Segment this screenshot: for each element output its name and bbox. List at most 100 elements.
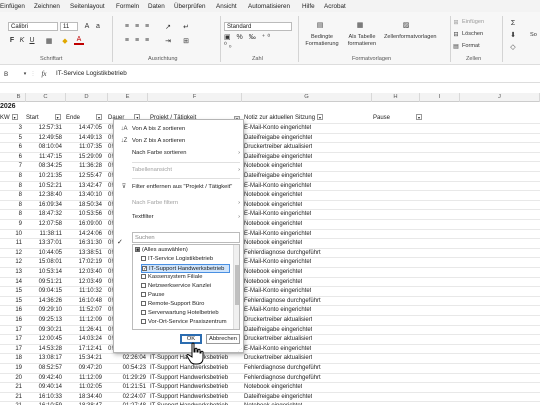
start-cell[interactable]: 09:51:21: [26, 278, 62, 288]
formula-input[interactable]: IT-Service Logistikbetrieb: [56, 70, 127, 77]
ende-cell[interactable]: 14:47:05: [66, 124, 102, 134]
notiz-cell[interactable]: Notebook eingerichtet: [244, 162, 302, 172]
kw-cell[interactable]: 6: [0, 153, 22, 163]
kw-cell[interactable]: 17: [0, 345, 22, 355]
notiz-cell[interactable]: E-Mail-Konto eingerichtet: [244, 124, 311, 134]
start-cell[interactable]: 12:07:58: [26, 220, 62, 230]
notiz-cell[interactable]: Druckertreiber aktualisiert: [244, 143, 312, 153]
notiz-cell[interactable]: Notebook eingerichtet: [244, 191, 302, 201]
header-ende[interactable]: Ende ▾: [66, 114, 103, 124]
table-row[interactable]: 17 09:30:21 11:26:41 Dateifreigabe eingeric…: [0, 326, 540, 336]
tab-ansicht[interactable]: Ansicht: [216, 3, 237, 10]
header-start[interactable]: Start ▾: [26, 114, 61, 124]
column-header[interactable]: B: [12, 93, 26, 102]
tab-formeln[interactable]: Formeln: [116, 3, 139, 10]
notiz-cell[interactable]: Druckertreiber aktualisiert: [244, 354, 312, 364]
checkbox[interactable]: [141, 291, 146, 297]
table-row[interactable]: 21 09:40:14 11:02:05 01:21:51 IT-Support Han…: [0, 383, 540, 393]
start-cell[interactable]: 09:42:40: [26, 374, 62, 384]
notiz-cell[interactable]: E-Mail-Konto eingerichtet: [244, 306, 311, 316]
ende-cell[interactable]: 15:29:09: [66, 153, 102, 163]
sort-by-color-item[interactable]: Nach Farbe sortieren ›: [114, 148, 245, 159]
ende-cell[interactable]: 11:36:28: [66, 162, 102, 172]
table-row[interactable]: 15 09:04:15 11:10:32 E-Mail-Konto eingerich…: [0, 287, 540, 297]
number-format-icons[interactable]: ▣ % ‰ ⁺⁰ ⁰₀: [224, 34, 284, 49]
checkbox[interactable]: [141, 273, 146, 279]
table-row[interactable]: 7 08:34:25 11:36:28 Notebook eingerichtet 0!: [0, 162, 540, 172]
list-item[interactable]: Pause: [141, 291, 164, 300]
number-format-select[interactable]: Standard: [224, 22, 292, 31]
ende-cell[interactable]: 12:03:40: [66, 268, 102, 278]
kw-cell[interactable]: 10: [0, 230, 22, 240]
start-cell[interactable]: 09:30:21: [26, 326, 62, 336]
checkbox[interactable]: [141, 282, 146, 288]
ende-cell[interactable]: 11:12:09: [66, 374, 102, 384]
notiz-cell[interactable]: E-Mail-Konto eingerichtet: [244, 258, 311, 268]
ende-cell[interactable]: 17:12:41: [66, 345, 102, 355]
fill-icon[interactable]: ⬇: [508, 30, 518, 40]
name-box-dropdown-icon[interactable]: ▾: [22, 70, 28, 78]
italic-button[interactable]: K: [18, 36, 26, 45]
kw-cell[interactable]: 21: [0, 383, 22, 393]
filter-search-input[interactable]: Suchen: [132, 232, 240, 243]
table-row[interactable]: 8 18:47:32 10:53:56 E-Mail-Konto eingericht…: [0, 210, 540, 220]
ende-cell[interactable]: 16:10:48: [66, 297, 102, 307]
start-cell[interactable]: 14:53:28: [26, 345, 62, 355]
cancel-button[interactable]: Abbrechen: [206, 334, 240, 344]
ende-cell[interactable]: 14:24:06: [66, 230, 102, 240]
filter-values-list[interactable]: ■ (Alles auswählen) IT-Service Logistikbe…: [132, 244, 240, 330]
ende-cell[interactable]: 12:55:47: [66, 172, 102, 182]
kw-cell[interactable]: 19: [0, 364, 22, 374]
ende-cell[interactable]: 11:26:41: [66, 326, 102, 336]
filter-dropdown-icon[interactable]: ▾: [11, 114, 18, 121]
table-row[interactable]: 16 09:29:10 11:52:07 E-Mail-Konto eingerich…: [0, 306, 540, 316]
projekt-cell[interactable]: IT-Support Handwerksbetrieb: [150, 383, 228, 393]
list-scrollbar[interactable]: [233, 245, 239, 329]
kw-cell[interactable]: 20: [0, 374, 22, 384]
dauer-cell[interactable]: 01:29:29: [108, 374, 146, 384]
table-row[interactable]: 6 08:10:04 11:07:35 Druckertreiber aktualis…: [0, 143, 540, 153]
table-row[interactable]: 8 12:38:40 13:40:10 Notebook eingerichtet 0!: [0, 191, 540, 201]
table-row[interactable]: 8 10:52:21 13:42:47 E-Mail-Konto eingericht…: [0, 182, 540, 192]
column-header[interactable]: G: [242, 93, 372, 102]
table-row[interactable]: 8 16:09:34 18:50:34 Notebook eingerichtet 0!: [0, 201, 540, 211]
conditional-format-icon[interactable]: ▤: [312, 18, 328, 32]
sort-filter-partial-label[interactable]: So: [530, 32, 537, 38]
table-row[interactable]: 11 13:37:01 16:31:30 Notebook eingerichtet 0…: [0, 239, 540, 249]
kw-cell[interactable]: 15: [0, 297, 22, 307]
start-cell[interactable]: 12:38:40: [26, 191, 62, 201]
ende-cell[interactable]: 17:02:19: [66, 258, 102, 268]
clear-filter-item[interactable]: ⊽ Filter entfernen aus "Projekt / Tätigke…: [114, 182, 245, 193]
start-cell[interactable]: 10:21:35: [26, 172, 62, 182]
worksheet-grid[interactable]: 2026 KW ▾ Start ▾ Ende ▾ Dauer ▾ Projekt / T…: [0, 102, 540, 405]
kw-cell[interactable]: 13: [0, 268, 22, 278]
ende-cell[interactable]: 11:52:07: [66, 306, 102, 316]
ende-cell[interactable]: 16:31:30: [66, 239, 102, 249]
cell-styles-button[interactable]: Zellenformatvorlagen: [384, 34, 437, 41]
ende-cell[interactable]: 09:47:20: [66, 364, 102, 374]
header-pause[interactable]: Pause ▾: [373, 114, 423, 124]
dauer-cell[interactable]: 02:24:07: [108, 393, 146, 403]
ende-cell[interactable]: 13:38:51: [66, 249, 102, 259]
filter-dropdown-icon[interactable]: ▾: [54, 114, 61, 121]
start-cell[interactable]: 10:53:14: [26, 268, 62, 278]
table-row[interactable]: 16 09:25:13 11:12:09 Druckertreiber aktuali…: [0, 316, 540, 326]
notiz-cell[interactable]: Notebook eingerichtet: [244, 220, 302, 230]
tab-acrobat[interactable]: Acrobat: [324, 3, 346, 10]
table-row[interactable]: 15 14:36:26 16:10:48 Fehlerdiagnose durchge…: [0, 297, 540, 307]
start-cell[interactable]: 09:29:10: [26, 306, 62, 316]
start-cell[interactable]: 16:09:34: [26, 201, 62, 211]
header-kw[interactable]: KW ▾: [0, 114, 18, 124]
merge-icon[interactable]: ⊞: [180, 36, 192, 45]
column-header[interactable]: E: [108, 93, 148, 102]
start-cell[interactable]: 11:38:11: [26, 230, 62, 240]
notiz-cell[interactable]: Fehlerdiagnose durchgeführt: [244, 374, 321, 384]
notiz-cell[interactable]: Dateifreigabe eingerichtet: [244, 393, 312, 403]
kw-cell[interactable]: 8: [0, 182, 22, 192]
text-filter-item[interactable]: Textfilter ›: [114, 212, 245, 223]
tab-hilfe[interactable]: Hilfe: [302, 3, 315, 10]
ende-cell[interactable]: 18:50:34: [66, 201, 102, 211]
kw-cell[interactable]: 8: [0, 201, 22, 211]
ende-cell[interactable]: 11:10:32: [66, 287, 102, 297]
kw-cell[interactable]: 21: [0, 393, 22, 403]
